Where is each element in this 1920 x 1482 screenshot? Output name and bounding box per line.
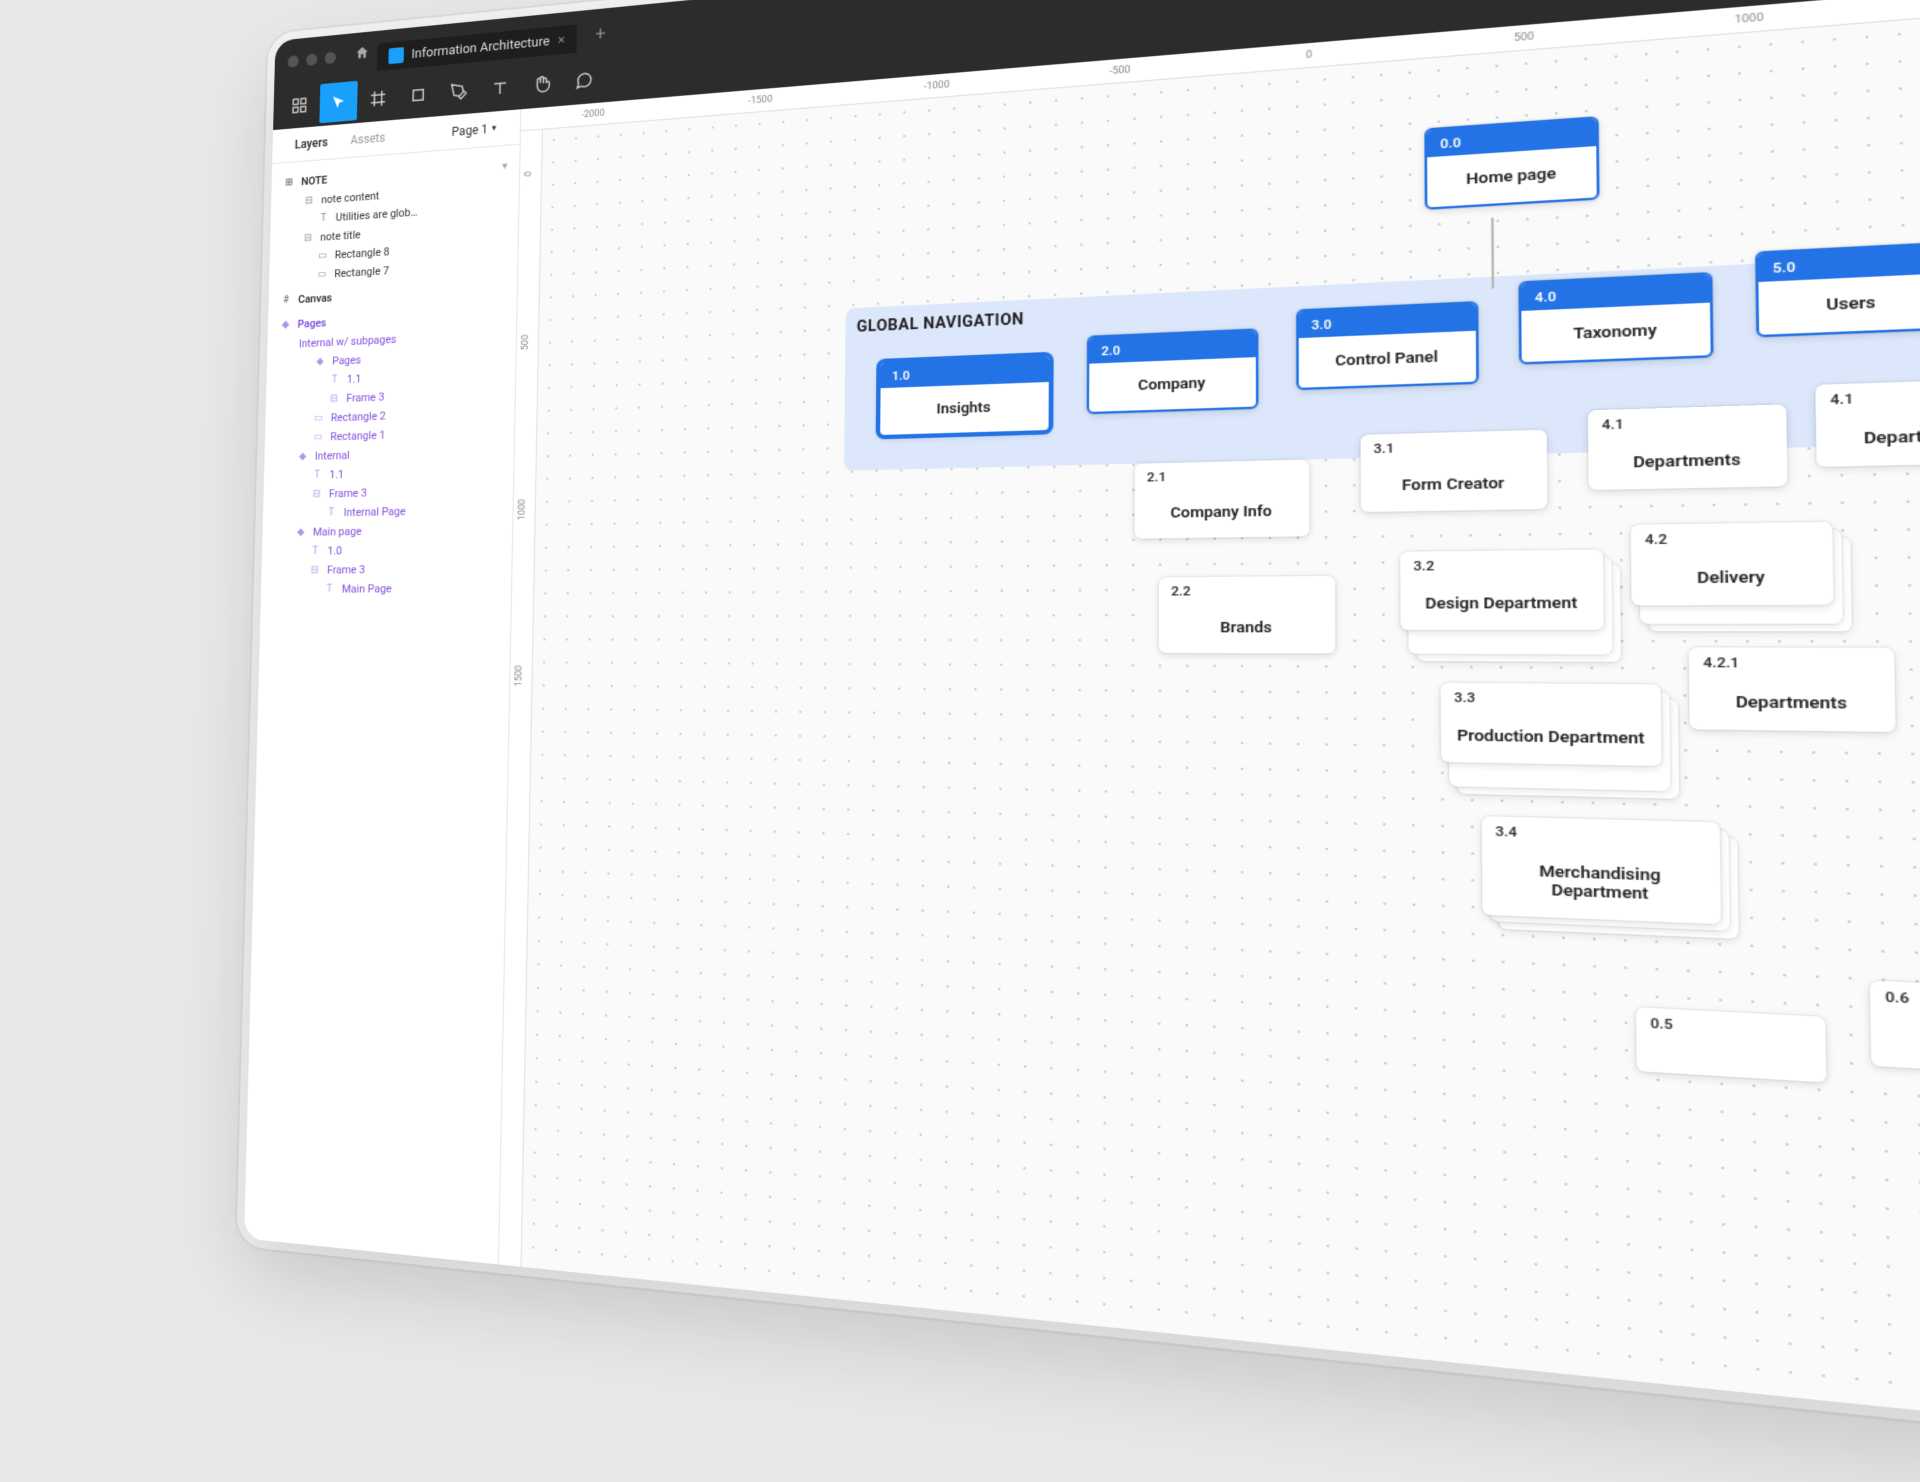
left-sidebar: Layers Assets Page 1 ▾ ⊞ NOTE ▾ ⊟note co… xyxy=(244,109,521,1264)
node-users[interactable]: 5.0 Users xyxy=(1755,242,1920,338)
shape-tool[interactable] xyxy=(399,73,438,116)
component-icon: ◆ xyxy=(313,356,326,367)
node-company[interactable]: 2.0 Company xyxy=(1087,328,1259,414)
layers-tab[interactable]: Layers xyxy=(283,125,339,163)
text-icon: T xyxy=(317,213,330,225)
node-home[interactable]: 0.0 Home page xyxy=(1424,116,1599,210)
node-departments-5[interactable]: 4.1 Departments xyxy=(1815,378,1920,467)
group-icon: ⊟ xyxy=(301,232,314,244)
component-icon: ◆ xyxy=(279,319,292,330)
text-tool[interactable] xyxy=(480,66,520,110)
rect-icon: ▭ xyxy=(316,250,329,262)
node-company-info[interactable]: 2.1 Company Info xyxy=(1135,459,1310,538)
node-05[interactable]: 0.5 xyxy=(1636,1007,1826,1082)
assets-tab[interactable]: Assets xyxy=(339,120,397,158)
node-insights[interactable]: 1.0 Insights xyxy=(878,354,1051,437)
node-design-dept[interactable]: 3.2 Design Department xyxy=(1400,549,1604,647)
connector-line xyxy=(1491,218,1494,289)
node-production-dept[interactable]: 3.3 Production Department xyxy=(1441,683,1662,784)
page-selector[interactable]: Page 1 ▾ xyxy=(440,110,509,150)
layer-tree[interactable]: ⊞ NOTE ▾ ⊟note content TUtilities are gl… xyxy=(261,145,520,605)
frame-icon: # xyxy=(280,295,293,307)
frame-icon: ⊟ xyxy=(310,488,323,499)
frame-tool[interactable] xyxy=(359,77,398,120)
node-brands[interactable]: 2.2 Brands xyxy=(1159,576,1336,654)
rect-icon: ▭ xyxy=(312,413,325,424)
text-icon: T xyxy=(325,507,339,518)
group-icon: ⊟ xyxy=(302,195,315,207)
text-icon: T xyxy=(309,546,322,557)
node-form-creator[interactable]: 3.1 Form Creator xyxy=(1361,430,1548,513)
component-icon: ◆ xyxy=(296,451,309,462)
close-window-icon[interactable] xyxy=(288,55,299,68)
node-departments-421[interactable]: 4.2.1 Departments xyxy=(1689,647,1896,732)
close-tab-icon[interactable]: × xyxy=(558,32,565,48)
frame-icon: ⊞ xyxy=(283,177,296,189)
chevron-down-icon[interactable]: ▾ xyxy=(502,161,507,172)
node-delivery[interactable]: 4.2 Delivery xyxy=(1631,522,1834,617)
node-merch-dept[interactable]: 3.4 Merchandising Department xyxy=(1482,816,1721,923)
rect-icon: ▭ xyxy=(311,432,324,443)
add-tab-button[interactable]: + xyxy=(595,23,606,45)
text-icon: T xyxy=(328,374,341,385)
hand-tool[interactable] xyxy=(521,62,562,106)
frame-icon: ⊟ xyxy=(308,565,321,576)
move-tool[interactable] xyxy=(319,81,357,123)
tab-label: Information Architecture xyxy=(411,34,550,62)
node-carrers[interactable]: 0.6 Carrers xyxy=(1870,980,1920,1078)
comment-tool[interactable] xyxy=(563,58,604,102)
file-icon xyxy=(388,47,404,64)
text-icon: T xyxy=(310,469,323,480)
pen-tool[interactable] xyxy=(439,70,479,113)
window-controls[interactable] xyxy=(288,52,336,68)
component-icon: ◆ xyxy=(294,527,307,538)
frame-icon: ⊟ xyxy=(327,393,340,404)
maximize-window-icon[interactable] xyxy=(325,52,336,65)
device-frame: Information Architecture × + PRODUCTS | … xyxy=(244,0,1920,1482)
layer-item[interactable]: TMain Page xyxy=(261,578,511,599)
home-icon[interactable] xyxy=(354,44,370,65)
minimize-window-icon[interactable] xyxy=(306,53,317,66)
node-control-panel[interactable]: 3.0 Control Panel xyxy=(1296,301,1479,390)
page-label: Page 1 xyxy=(452,122,488,139)
layer-item[interactable]: ⊟Frame 3 xyxy=(261,558,511,580)
node-taxonomy[interactable]: 4.0 Taxonomy xyxy=(1518,272,1713,365)
chevron-down-icon: ▾ xyxy=(492,123,497,133)
canvas[interactable]: -2000 -1500 -1000 -500 0 500 1000 0 500 … xyxy=(499,0,1920,1482)
node-departments-4[interactable]: 4.1 Departments xyxy=(1588,404,1788,490)
menu-button[interactable] xyxy=(281,84,319,126)
text-icon: T xyxy=(323,584,337,595)
rect-icon: ▭ xyxy=(315,269,328,281)
